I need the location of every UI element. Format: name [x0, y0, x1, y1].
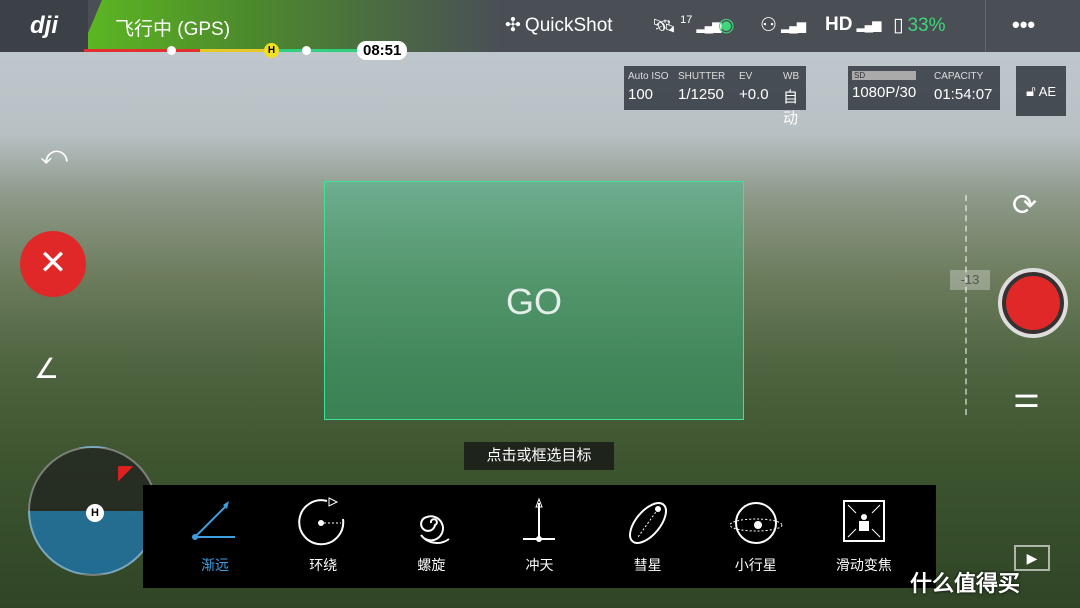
camera-settings-panel[interactable]: Auto ISO 100 SHUTTER 1/1250 EV +0.0 WB 自动 [624, 66, 806, 127]
capacity-label: CAPACITY [934, 71, 984, 82]
battery-ok-segment [272, 49, 362, 52]
battery-critical-segment [84, 49, 200, 52]
signal-bars-icon: ▂▄▆ [856, 18, 881, 32]
helix-icon [420, 515, 450, 544]
iso-value: 100 [628, 86, 654, 103]
go-button[interactable]: GO [324, 281, 744, 323]
mode-circle[interactable]: 环绕 [273, 485, 373, 588]
mode-label: 小行星 [734, 557, 777, 573]
home-marker: H [264, 43, 279, 58]
mode-boomerang[interactable]: 彗星 [598, 485, 698, 588]
mode-label: 滑动变焦 [835, 557, 892, 573]
mode-helix[interactable]: 螺旋 [381, 485, 481, 588]
aircraft-heading-icon: ◤ [118, 462, 134, 484]
boomerang-icon [628, 502, 667, 544]
gimbal-slider[interactable] [965, 195, 973, 415]
satellite-count: 17 [680, 14, 693, 26]
obstacle-sensing-icon[interactable]: ◉ [718, 14, 735, 37]
more-button[interactable]: ••• [1012, 12, 1035, 38]
wb-value: 自动 [783, 89, 799, 127]
battery-marker [167, 46, 176, 55]
mode-dronie[interactable]: 渐远 [165, 485, 265, 588]
mode-label: 环绕 [309, 557, 338, 573]
asteroid-icon [729, 502, 783, 544]
target-hint: 点击或框选目标 [464, 442, 614, 470]
divider [985, 0, 986, 52]
dronie-icon [192, 501, 236, 540]
mode-asteroid[interactable]: 小行星 [706, 485, 806, 588]
mode-rocket[interactable]: 冲天 [489, 485, 589, 588]
battery-low-segment [200, 49, 272, 52]
signal-bars-icon: ▂▄▆ [696, 19, 721, 33]
ev-label: EV [739, 71, 753, 82]
satellite-icon: 🛰 [652, 16, 677, 37]
circle-icon [298, 497, 345, 546]
dolly-zoom-icon [842, 500, 885, 542]
watermark: 什么值得买 [910, 571, 1021, 596]
dronie-mode-icon[interactable]: ∠ [34, 352, 59, 385]
resolution-value: 1080P/30 [852, 84, 917, 101]
ev-value: +0.0 [739, 86, 769, 103]
rc-signal[interactable]: ⚇ ▂▄▆ [760, 14, 806, 37]
rocket-icon [523, 497, 556, 542]
drone-icon: ✣ [505, 15, 521, 36]
remote-controller-icon: ⚇ [760, 15, 778, 36]
mode-dolly-zoom[interactable]: 滑动变焦 [814, 485, 914, 588]
record-button[interactable] [998, 268, 1068, 338]
ae-label: AE [1038, 83, 1057, 99]
dji-logo[interactable]: dji [0, 0, 88, 52]
camera-switch-icon[interactable]: ⟳ [1012, 188, 1037, 223]
flight-time: 08:51 [357, 41, 408, 60]
signal-bars-icon: ▂▄▆ [781, 18, 806, 33]
battery-icon: ▯ [893, 15, 904, 36]
mode-label: 彗星 [633, 557, 662, 573]
iso-label: Auto ISO [628, 71, 669, 82]
shutter-value: 1/1250 [678, 86, 724, 103]
quickshot-label: QuickShot [524, 14, 613, 36]
return-home-button[interactable]: ⤺ [34, 140, 74, 176]
quickshot-button[interactable]: ✣ QuickShot [505, 14, 613, 37]
battery-percent: 33% [907, 14, 946, 36]
gps-status[interactable]: 🛰 17 ▂▄▆ [652, 14, 721, 38]
compass-home: H [86, 504, 104, 522]
hd-label: HD [825, 14, 853, 35]
battery-marker [302, 46, 311, 55]
wb-label: WB [783, 71, 800, 82]
capacity-value: 01:54:07 [934, 86, 993, 103]
ae-lock-button[interactable]: 🔓︎ AE [1016, 66, 1066, 116]
mode-label: 冲天 [525, 557, 554, 573]
settings-sliders-icon[interactable]: ⚌ [1013, 380, 1040, 415]
mode-label: 渐远 [201, 557, 230, 573]
hd-signal[interactable]: HD ▂▄▆ [825, 14, 881, 36]
gimbal-angle: -13 [950, 270, 990, 290]
storage-panel[interactable]: SD 1080P/30 CAPACITY 01:54:07 [848, 66, 1000, 110]
flight-status[interactable]: 飞行中 (GPS) [115, 14, 230, 41]
sd-card-warning-icon: SD [852, 71, 917, 80]
battery-status[interactable]: ▯ 33% [893, 14, 946, 37]
close-quickshot-button[interactable]: ✕ [20, 231, 86, 297]
unlock-icon: 🔓︎ [1025, 82, 1036, 100]
quickshot-mode-bar: 渐远 环绕 螺旋 冲天 彗星 小行星 滑动变焦 [143, 485, 936, 588]
shutter-label: SHUTTER [678, 71, 726, 82]
mode-label: 螺旋 [417, 557, 446, 573]
